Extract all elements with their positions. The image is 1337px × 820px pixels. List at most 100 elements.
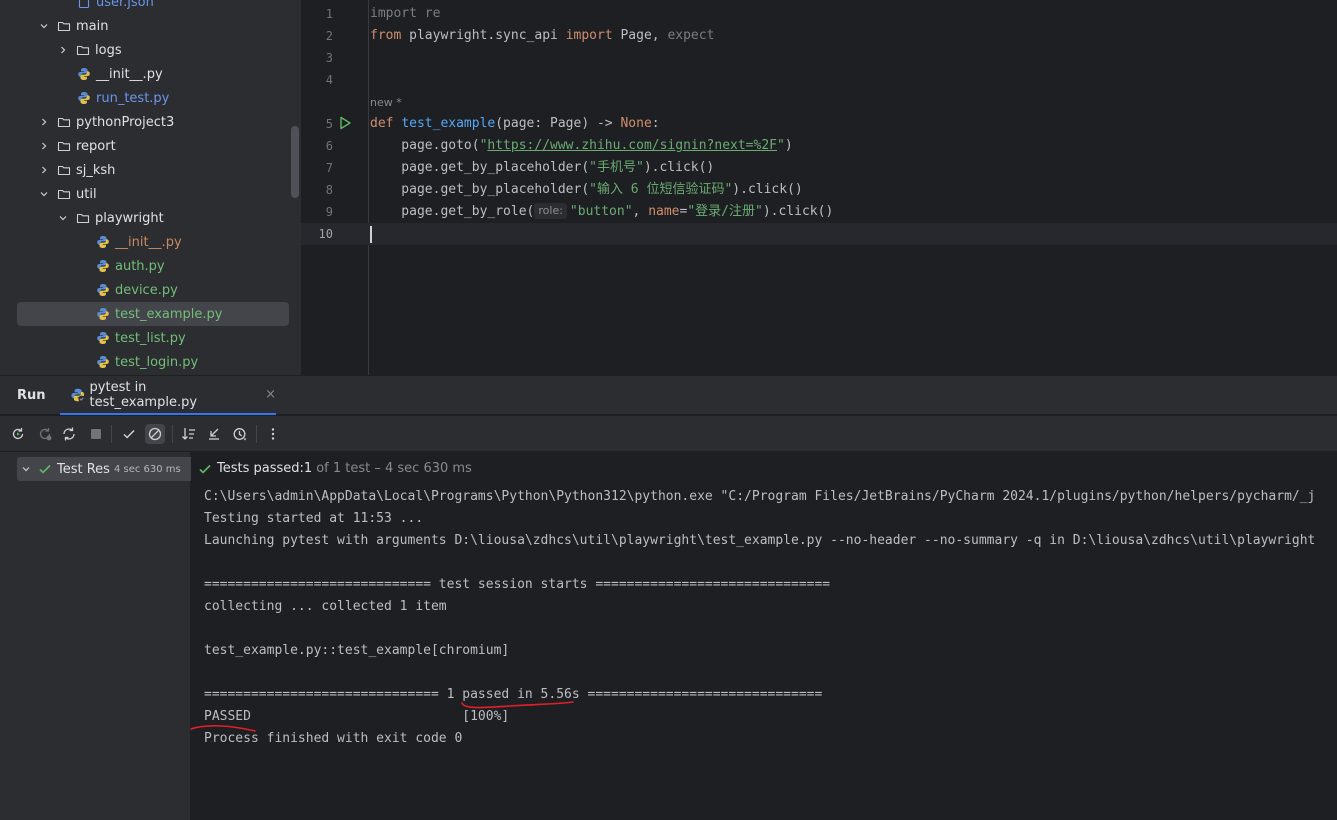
code-line-6: page.goto("https://www.zhihu.com/signin?… bbox=[370, 138, 793, 153]
show-passed-icon[interactable] bbox=[119, 424, 139, 444]
tab-pytest-run[interactable]: pytest in test_example.py × bbox=[60, 376, 276, 415]
tree-item-label: playwright bbox=[95, 210, 164, 226]
toggle-auto-test-icon[interactable] bbox=[59, 424, 79, 444]
tree-item[interactable]: main bbox=[0, 14, 301, 38]
pytest-icon bbox=[71, 388, 85, 402]
console-line: ============================== 1 passed … bbox=[204, 687, 823, 702]
tests-status-bar: Tests passed: 1 of 1 test – 4 sec 630 ms bbox=[197, 457, 472, 481]
code-line-8: page.get_by_placeholder("输入 6 位短信验证码").c… bbox=[370, 182, 803, 197]
tree-item-label: test_example.py bbox=[115, 306, 223, 322]
json-file-icon bbox=[76, 0, 92, 10]
parameter-hint: role: bbox=[534, 203, 567, 219]
tree-item[interactable]: __init__.py bbox=[0, 230, 301, 254]
tree-item[interactable]: auth.py bbox=[0, 254, 301, 278]
console-line: Launching pytest with arguments D:\lious… bbox=[204, 533, 1316, 548]
tree-item[interactable]: test_example.py bbox=[0, 302, 301, 326]
rerun-icon[interactable] bbox=[8, 424, 28, 444]
tree-item-label: main bbox=[76, 18, 109, 34]
tree-item[interactable]: __init__.py bbox=[0, 62, 301, 86]
python-file-icon bbox=[95, 234, 111, 250]
test-results-duration: 4 sec 630 ms bbox=[113, 463, 181, 475]
tree-item-label: auth.py bbox=[115, 258, 165, 274]
more-options-icon[interactable] bbox=[263, 424, 283, 444]
line-number: 1 bbox=[325, 7, 333, 21]
folder-icon bbox=[75, 210, 91, 226]
folder-icon bbox=[56, 18, 72, 34]
python-file-icon bbox=[95, 330, 111, 346]
console-line: C:\Users\admin\AppData\Local\Programs\Py… bbox=[204, 489, 1316, 504]
toolbar-separator bbox=[172, 425, 173, 443]
tests-passed-label: Tests passed: bbox=[217, 461, 304, 476]
code-line-5: def test_example(page: Page) -> None: bbox=[370, 116, 660, 131]
stop-icon[interactable] bbox=[86, 424, 106, 444]
project-tree-scrollbar[interactable] bbox=[291, 126, 299, 198]
test-history-icon[interactable] bbox=[230, 424, 250, 444]
console-line: Testing started at 11:53 ... bbox=[204, 511, 424, 526]
line-number: 8 bbox=[325, 183, 333, 197]
chevron-down-icon[interactable] bbox=[56, 211, 70, 225]
tree-item[interactable]: test_list.py bbox=[0, 326, 301, 350]
chevron-right-icon[interactable] bbox=[37, 163, 51, 177]
tree-item-label: __init__.py bbox=[115, 234, 182, 250]
tree-item[interactable]: playwright bbox=[0, 206, 301, 230]
close-tab-icon[interactable]: × bbox=[265, 387, 276, 402]
show-ignored-icon[interactable] bbox=[145, 424, 165, 444]
tree-item[interactable]: report bbox=[0, 134, 301, 158]
collapse-all-icon[interactable] bbox=[204, 424, 224, 444]
test-results-root[interactable]: Test Res 4 sec 630 ms bbox=[17, 457, 191, 481]
tree-item[interactable]: logs bbox=[0, 38, 301, 62]
line-number: 10 bbox=[318, 227, 333, 241]
current-line-highlight bbox=[301, 223, 1337, 245]
url-link[interactable]: https://www.zhihu.com/signin?next=%2F bbox=[487, 138, 777, 153]
inlay-author-hint: new * bbox=[370, 96, 402, 109]
console-line: test_example.py::test_example[chromium] bbox=[204, 643, 510, 658]
tree-item-label: util bbox=[76, 186, 97, 202]
tab-label: pytest in test_example.py bbox=[89, 379, 198, 410]
line-number: 5 bbox=[325, 117, 333, 131]
console-line: collecting ... collected 1 item bbox=[204, 599, 447, 614]
test-results-tree: Test Res 4 sec 630 ms bbox=[0, 452, 191, 820]
run-console[interactable]: Tests passed: 1 of 1 test – 4 sec 630 ms… bbox=[191, 452, 1337, 820]
python-file-icon bbox=[76, 90, 92, 106]
tree-item[interactable]: util bbox=[0, 182, 301, 206]
python-file-icon bbox=[95, 258, 111, 274]
code-line-9: page.get_by_role(role: "button", name="登录… bbox=[370, 203, 834, 219]
code-line-1: import re bbox=[370, 6, 441, 21]
tree-item[interactable]: device.py bbox=[0, 278, 301, 302]
chevron-down-icon[interactable] bbox=[37, 19, 51, 33]
run-test-gutter-icon[interactable] bbox=[338, 116, 352, 130]
rerun-failed-icon[interactable] bbox=[35, 424, 55, 444]
tree-item[interactable]: test_login.py bbox=[0, 350, 301, 374]
tree-item-label: __init__.py bbox=[96, 66, 163, 82]
tree-item[interactable]: user.json bbox=[0, 0, 301, 14]
text-caret bbox=[370, 226, 372, 243]
check-passed-icon bbox=[37, 461, 53, 477]
tree-item-label: device.py bbox=[115, 282, 178, 298]
tree-item-label: sj_ksh bbox=[76, 162, 116, 178]
folder-icon bbox=[75, 42, 91, 58]
line-number: 3 bbox=[325, 51, 333, 65]
chevron-right-icon[interactable] bbox=[37, 139, 51, 153]
chevron-right-icon[interactable] bbox=[56, 43, 70, 57]
chevron-down-icon[interactable] bbox=[37, 187, 51, 201]
folder-icon bbox=[56, 138, 72, 154]
chevron-right-icon[interactable] bbox=[37, 115, 51, 129]
tree-item-label: test_list.py bbox=[115, 330, 186, 346]
run-toolbar bbox=[0, 416, 1337, 452]
tree-item[interactable]: run_test.py bbox=[0, 86, 301, 110]
sort-alphabetically-icon[interactable] bbox=[179, 424, 199, 444]
tree-item[interactable]: pythonProject3 bbox=[0, 110, 301, 134]
line-number: 4 bbox=[325, 73, 333, 87]
toolbar-separator bbox=[111, 425, 112, 443]
tree-item-label: run_test.py bbox=[96, 90, 170, 106]
line-number: 2 bbox=[325, 29, 333, 43]
line-number: 6 bbox=[325, 139, 333, 153]
chevron-down-icon[interactable] bbox=[19, 462, 33, 476]
test-results-label: Test Res bbox=[57, 461, 110, 477]
project-tree: user.json main logs __init__.py run_test.pyp… bbox=[0, 0, 301, 375]
folder-icon bbox=[56, 114, 72, 130]
code-line-2: from playwright.sync_api import Page, ex… bbox=[370, 28, 715, 43]
tests-passed-count: 1 bbox=[303, 461, 313, 476]
tests-passed-detail: of 1 test – 4 sec 630 ms bbox=[316, 461, 472, 476]
tree-item[interactable]: sj_ksh bbox=[0, 158, 301, 182]
